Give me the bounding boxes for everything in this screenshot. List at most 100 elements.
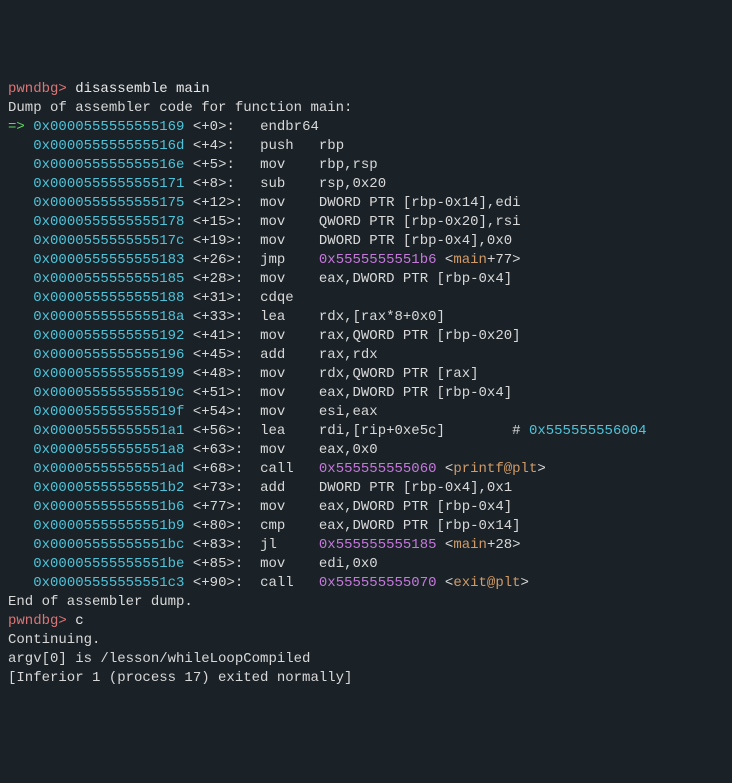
asm-line: 0x0000555555555185 <+28>: mov eax,DWORD … — [8, 270, 724, 289]
instruction-offset: <+28>: — [193, 271, 260, 287]
instruction-address: 0x0000555555555188 — [33, 290, 184, 306]
asm-line: 0x00005555555551b9 <+80>: cmp eax,DWORD … — [8, 517, 724, 536]
asm-line: 0x0000555555555199 <+48>: mov rdx,QWORD … — [8, 365, 724, 384]
instruction: mov rdx,QWORD PTR [rax] — [260, 366, 478, 382]
instruction-offset: <+77>: — [193, 499, 260, 515]
inferior-exit: [Inferior 1 (process 17) exited normally… — [8, 669, 724, 688]
instruction-offset: <+4>: — [193, 138, 260, 154]
instruction: mov eax,DWORD PTR [rbp-0x4] — [260, 385, 512, 401]
instruction: endbr64 — [260, 119, 319, 135]
lt-bracket: < — [437, 575, 454, 591]
instruction-offset: <+45>: — [193, 347, 260, 363]
command-continue[interactable]: c — [75, 613, 83, 629]
instruction: cdqe — [260, 290, 294, 306]
instruction: push rbp — [260, 138, 344, 154]
asm-line: 0x000055555555516d <+4>: push rbp — [8, 137, 724, 156]
instruction-offset: <+83>: — [193, 537, 260, 553]
instruction-offset: <+80>: — [193, 518, 260, 534]
asm-line: 0x0000555555555175 <+12>: mov DWORD PTR … — [8, 194, 724, 213]
instruction-address: 0x0000555555555199 — [33, 366, 184, 382]
ref-symbol: exit@plt — [453, 575, 520, 591]
instruction: mov esi,eax — [260, 404, 378, 420]
instruction: mov rbp,rsp — [260, 157, 378, 173]
instruction-offset: <+56>: — [193, 423, 260, 439]
instruction-address: 0x00005555555551a1 — [33, 423, 184, 439]
instruction-offset: <+85>: — [193, 556, 260, 572]
asm-line: 0x00005555555551bc <+83>: jl 0x555555555… — [8, 536, 724, 555]
ref-address: 0x555555556004 — [529, 423, 647, 439]
asm-line: 0x00005555555551a8 <+63>: mov eax,0x0 — [8, 441, 724, 460]
instruction-offset: <+15>: — [193, 214, 260, 230]
instruction-address: 0x00005555555551c3 — [33, 575, 184, 591]
instruction: lea rdx,[rax*8+0x0] — [260, 309, 445, 325]
instruction: call — [260, 461, 319, 477]
instruction-address: 0x000055555555519c — [33, 385, 184, 401]
instruction: mov eax,0x0 — [260, 442, 378, 458]
ref-symbol: main — [453, 252, 487, 268]
ref-address: 0x555555555070 — [319, 575, 437, 591]
instruction-offset: <+19>: — [193, 233, 260, 249]
instruction: add rax,rdx — [260, 347, 378, 363]
asm-line: 0x0000555555555196 <+45>: add rax,rdx — [8, 346, 724, 365]
instruction-address: 0x00005555555551b9 — [33, 518, 184, 534]
lt-bracket: < — [437, 461, 454, 477]
instruction-offset: <+51>: — [193, 385, 260, 401]
instruction-address: 0x0000555555555185 — [33, 271, 184, 287]
current-instruction-marker: => — [8, 119, 33, 135]
argv-output: argv[0] is /lesson/whileLoopCompiled — [8, 650, 724, 669]
instruction: jmp — [260, 252, 319, 268]
instruction-address: 0x00005555555551b2 — [33, 480, 184, 496]
instruction: mov QWORD PTR [rbp-0x20],rsi — [260, 214, 520, 230]
comment-marker: # — [512, 423, 529, 439]
instruction-offset: <+48>: — [193, 366, 260, 382]
instruction-address: 0x00005555555551ad — [33, 461, 184, 477]
instruction-address: 0x000055555555517c — [33, 233, 184, 249]
ref-symbol: main — [453, 537, 487, 553]
instruction-address: 0x0000555555555169 — [33, 119, 184, 135]
instruction: mov DWORD PTR [rbp-0x4],0x0 — [260, 233, 512, 249]
instruction-offset: <+5>: — [193, 157, 260, 173]
instruction-address: 0x0000555555555196 — [33, 347, 184, 363]
instruction-address: 0x0000555555555192 — [33, 328, 184, 344]
instruction: jl — [260, 537, 319, 553]
instruction-offset: <+73>: — [193, 480, 260, 496]
lt-bracket: < — [437, 252, 454, 268]
instruction-address: 0x00005555555551be — [33, 556, 184, 572]
asm-line: 0x00005555555551c3 <+90>: call 0x5555555… — [8, 574, 724, 593]
instruction-offset: <+33>: — [193, 309, 260, 325]
ref-offset: > — [521, 575, 529, 591]
asm-line: 0x00005555555551b6 <+77>: mov eax,DWORD … — [8, 498, 724, 517]
continuing: Continuing. — [8, 631, 724, 650]
instruction: lea rdi,[rip+0xe5c] — [260, 423, 512, 439]
instruction-offset: <+90>: — [193, 575, 260, 591]
dump-header: Dump of assembler code for function main… — [8, 99, 724, 118]
instruction: mov rax,QWORD PTR [rbp-0x20] — [260, 328, 520, 344]
asm-line: 0x00005555555551a1 <+56>: lea rdi,[rip+0… — [8, 422, 724, 441]
instruction-address: 0x00005555555551a8 — [33, 442, 184, 458]
ref-symbol: printf@plt — [453, 461, 537, 477]
instruction-offset: <+12>: — [193, 195, 260, 211]
instruction-offset: <+41>: — [193, 328, 260, 344]
instruction-offset: <+26>: — [193, 252, 260, 268]
asm-line: 0x0000555555555188 <+31>: cdqe — [8, 289, 724, 308]
instruction-address: 0x000055555555518a — [33, 309, 184, 325]
asm-line: 0x0000555555555183 <+26>: jmp 0x55555555… — [8, 251, 724, 270]
prompt[interactable]: pwndbg> — [8, 613, 67, 629]
instruction: call — [260, 575, 319, 591]
instruction-address: 0x00005555555551bc — [33, 537, 184, 553]
asm-line: => 0x0000555555555169 <+0>: endbr64 — [8, 118, 724, 137]
asm-line: 0x00005555555551be <+85>: mov edi,0x0 — [8, 555, 724, 574]
instruction-address: 0x000055555555519f — [33, 404, 184, 420]
ref-address: 0x555555555185 — [319, 537, 437, 553]
instruction: mov eax,DWORD PTR [rbp-0x4] — [260, 499, 512, 515]
prompt[interactable]: pwndbg> — [8, 81, 67, 97]
asm-line: 0x000055555555519c <+51>: mov eax,DWORD … — [8, 384, 724, 403]
instruction-offset: <+54>: — [193, 404, 260, 420]
command-disassemble[interactable]: disassemble main — [75, 81, 209, 97]
instruction: add DWORD PTR [rbp-0x4],0x1 — [260, 480, 512, 496]
instruction: mov edi,0x0 — [260, 556, 378, 572]
asm-line: 0x0000555555555192 <+41>: mov rax,QWORD … — [8, 327, 724, 346]
instruction: sub rsp,0x20 — [260, 176, 386, 192]
dump-footer: End of assembler dump. — [8, 593, 724, 612]
ref-address: 0x5555555551b6 — [319, 252, 437, 268]
